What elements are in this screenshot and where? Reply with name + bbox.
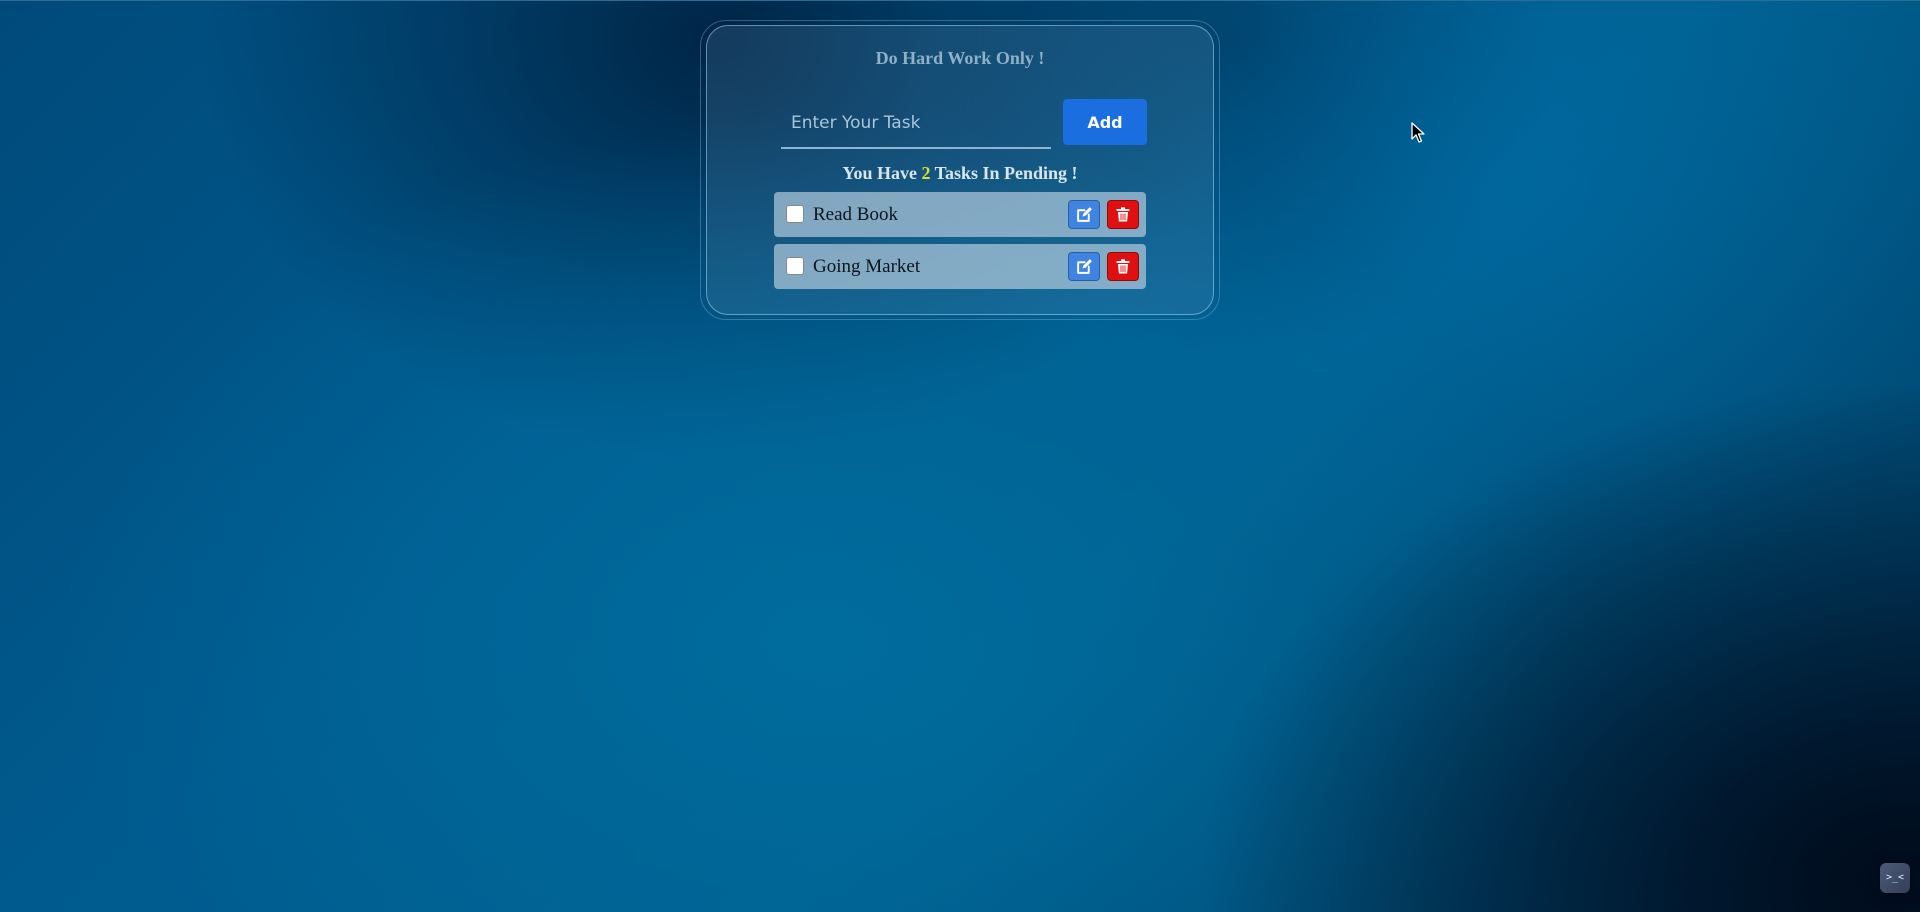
terminal-icon[interactable]: >_< xyxy=(1880,863,1910,893)
task-item: Going Market xyxy=(774,244,1146,289)
task-checkbox[interactable] xyxy=(786,205,804,223)
todo-card: Do Hard Work Only ! Add You Have 2 Tasks… xyxy=(706,25,1214,315)
task-list: Read Book Going Market xyxy=(774,192,1146,296)
edit-icon xyxy=(1077,207,1092,222)
pending-count: 2 xyxy=(921,163,931,183)
pending-prefix: You Have xyxy=(842,163,917,183)
delete-task-button[interactable] xyxy=(1107,200,1139,229)
edit-icon xyxy=(1077,259,1092,274)
edit-task-button[interactable] xyxy=(1068,252,1100,281)
task-item: Read Book xyxy=(774,192,1146,237)
window-top-border xyxy=(0,0,1920,1)
task-checkbox[interactable] xyxy=(786,257,804,275)
add-button[interactable]: Add xyxy=(1063,99,1147,145)
mouse-pointer-icon xyxy=(1411,122,1425,143)
pending-suffix: Tasks In Pending ! xyxy=(934,163,1078,183)
task-label: Going Market xyxy=(813,256,921,277)
task-input[interactable] xyxy=(781,99,1051,149)
trash-icon xyxy=(1116,207,1130,222)
task-label: Read Book xyxy=(813,204,898,225)
delete-task-button[interactable] xyxy=(1107,252,1139,281)
pending-summary: You Have 2 Tasks In Pending ! xyxy=(707,163,1213,184)
app-title: Do Hard Work Only ! xyxy=(875,48,1045,68)
trash-icon xyxy=(1116,259,1130,274)
edit-task-button[interactable] xyxy=(1068,200,1100,229)
